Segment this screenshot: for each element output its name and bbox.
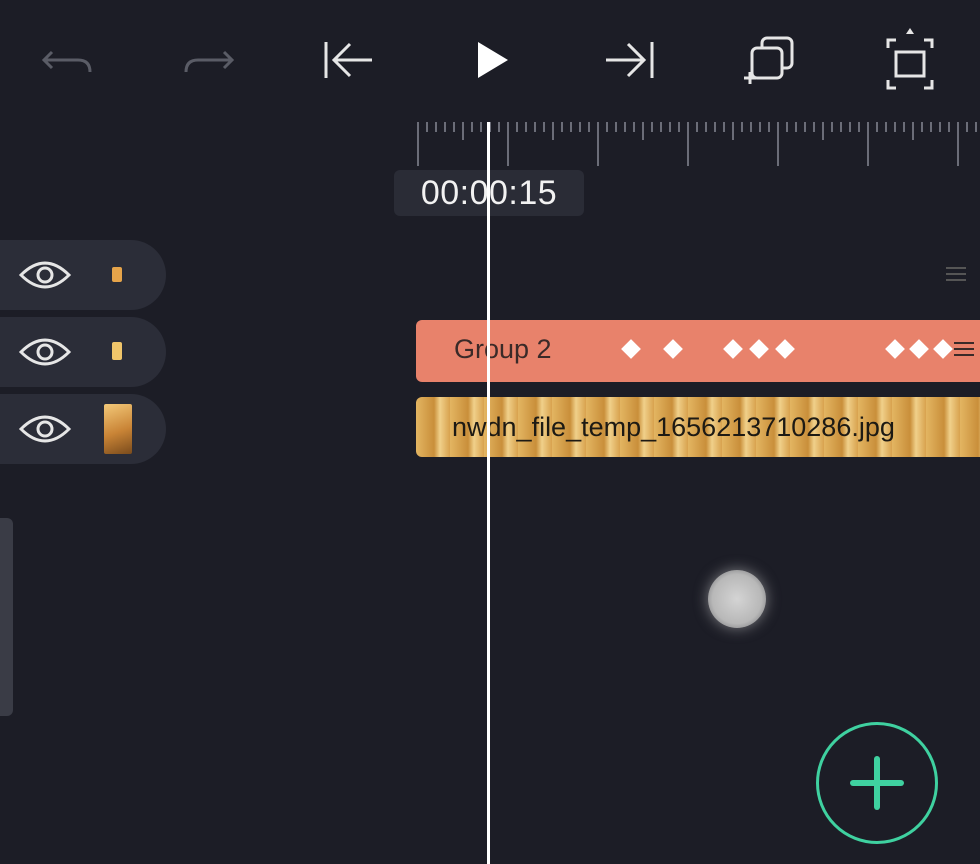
layer-thumbnail — [112, 267, 122, 282]
undo-icon — [41, 50, 92, 73]
image-track-label: nwdn_file_temp_1656213710286.jpg — [452, 412, 895, 442]
time-ruler[interactable] — [416, 118, 980, 168]
duplicate-layer-icon — [744, 36, 794, 84]
layer-row-2[interactable] — [0, 317, 166, 387]
keyframe-marker[interactable] — [775, 339, 795, 359]
side-panel-tab[interactable] — [0, 518, 13, 716]
skip-to-start-icon — [324, 42, 372, 78]
eye-icon[interactable] — [18, 411, 72, 452]
redo-button[interactable] — [178, 30, 238, 90]
eye-icon[interactable] — [18, 257, 72, 298]
keyframe-marker[interactable] — [663, 339, 683, 359]
keyframe-marker[interactable] — [723, 339, 743, 359]
keyframe-marker[interactable] — [749, 339, 769, 359]
touch-indicator — [708, 570, 766, 628]
skip-to-end-button[interactable] — [600, 30, 660, 90]
playhead[interactable] — [487, 122, 490, 864]
track-drag-handle[interactable] — [946, 263, 966, 285]
add-layer-button[interactable] — [816, 722, 938, 844]
eye-icon[interactable] — [18, 334, 72, 375]
keyframe-marker[interactable] — [885, 339, 905, 359]
group-track-label: Group 2 — [454, 334, 552, 364]
image-track[interactable]: nwdn_file_temp_1656213710286.jpg — [416, 397, 980, 457]
fullscreen-button[interactable] — [880, 28, 940, 90]
redo-icon — [184, 50, 235, 73]
duplicate-layer-button[interactable] — [740, 30, 800, 90]
play-button[interactable] — [462, 30, 522, 90]
keyframe-marker[interactable] — [933, 339, 953, 359]
skip-to-end-icon — [606, 42, 654, 78]
group-track[interactable]: Group 2 — [416, 320, 980, 382]
layer-row-1[interactable] — [0, 240, 166, 310]
layer-thumbnail — [104, 404, 132, 454]
undo-button[interactable] — [38, 30, 98, 90]
plus-icon — [850, 756, 904, 810]
skip-to-start-button[interactable] — [318, 30, 378, 90]
keyframe-marker[interactable] — [909, 339, 929, 359]
keyframe-marker[interactable] — [621, 339, 641, 359]
fullscreen-icon — [886, 28, 934, 90]
layer-row-3[interactable] — [0, 394, 166, 464]
play-icon — [478, 42, 508, 78]
layer-thumbnail — [112, 342, 122, 360]
track-drag-handle[interactable] — [954, 338, 974, 360]
